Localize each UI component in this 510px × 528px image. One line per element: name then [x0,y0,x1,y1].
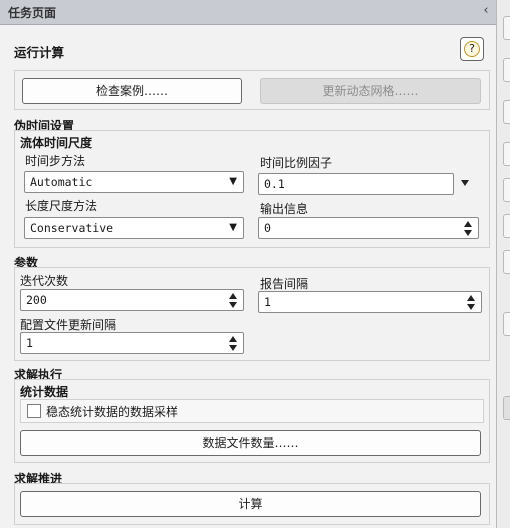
side-tab[interactable] [503,214,510,238]
time-scale-factor-value: 0.1 [264,177,285,191]
run-calc-title: 运行计算 [14,45,65,60]
help-icon: ? [464,41,480,57]
calculate-button[interactable]: 计算 [20,491,481,517]
timestep-method-value: Automatic [30,175,93,189]
expression-dropdown-icon[interactable] [461,180,469,186]
fluid-time-scale-title: 流体时间尺度 [20,136,93,150]
dropdown-arrow-icon: ▼ [229,176,237,187]
profile-update-spinner[interactable]: 1 [20,332,244,354]
time-scale-factor-input[interactable]: 0.1 [258,173,454,195]
data-file-count-button[interactable]: 数据文件数量…… [20,430,481,456]
side-tab[interactable] [503,16,510,40]
profile-update-label: 配置文件更新间隔 [20,318,117,332]
length-scale-method-label: 长度尺度方法 [25,199,98,213]
steady-sampling-checkbox[interactable] [27,404,41,418]
side-tab[interactable] [503,178,510,202]
side-tab[interactable] [503,312,510,336]
statistics-title: 统计数据 [20,385,69,399]
spinner-arrows-icon[interactable] [467,293,477,311]
update-dynamic-mesh-button[interactable]: 更新动态网格…… [260,78,481,104]
report-interval-spinner[interactable]: 1 [258,291,482,313]
timestep-method-label: 时间步方法 [25,154,86,168]
spinner-arrows-icon[interactable] [464,219,474,237]
timestep-method-dropdown[interactable]: Automatic ▼ [24,171,244,193]
panel-titlebar: 任务页面 ‹ [0,0,496,25]
iterations-label: 迭代次数 [20,274,69,288]
side-tab[interactable] [503,142,510,166]
side-tab[interactable] [503,100,510,124]
length-scale-method-value: Conservative [30,221,114,235]
spinner-arrows-icon[interactable] [229,334,239,352]
side-tab[interactable] [503,396,510,420]
iterations-value: 200 [26,293,47,307]
side-tab[interactable] [503,250,510,274]
task-page-panel: 任务页面 ‹ 运行计算 ? 检查案例…… 更新动态网格…… 伪时间设置 流体时间… [0,0,497,528]
output-info-label: 输出信息 [260,202,309,216]
help-button[interactable]: ? [460,37,484,61]
steady-sampling-label: 稳态统计数据的数据采样 [46,405,179,419]
check-case-button[interactable]: 检查案例…… [22,78,242,104]
time-scale-factor-label: 时间比例因子 [260,156,333,170]
dropdown-arrow-icon: ▼ [229,222,237,233]
profile-update-value: 1 [26,336,33,350]
output-info-spinner[interactable]: 0 [258,217,479,239]
output-info-value: 0 [264,221,271,235]
spinner-arrows-icon[interactable] [229,291,239,309]
length-scale-method-dropdown[interactable]: Conservative ▼ [24,217,244,239]
side-tab[interactable] [503,58,510,82]
report-interval-label: 报告间隔 [260,277,309,291]
report-interval-value: 1 [264,295,271,309]
chevron-left-icon[interactable]: ‹ [480,3,492,19]
panel-title: 任务页面 [8,6,57,20]
iterations-spinner[interactable]: 200 [20,289,244,311]
